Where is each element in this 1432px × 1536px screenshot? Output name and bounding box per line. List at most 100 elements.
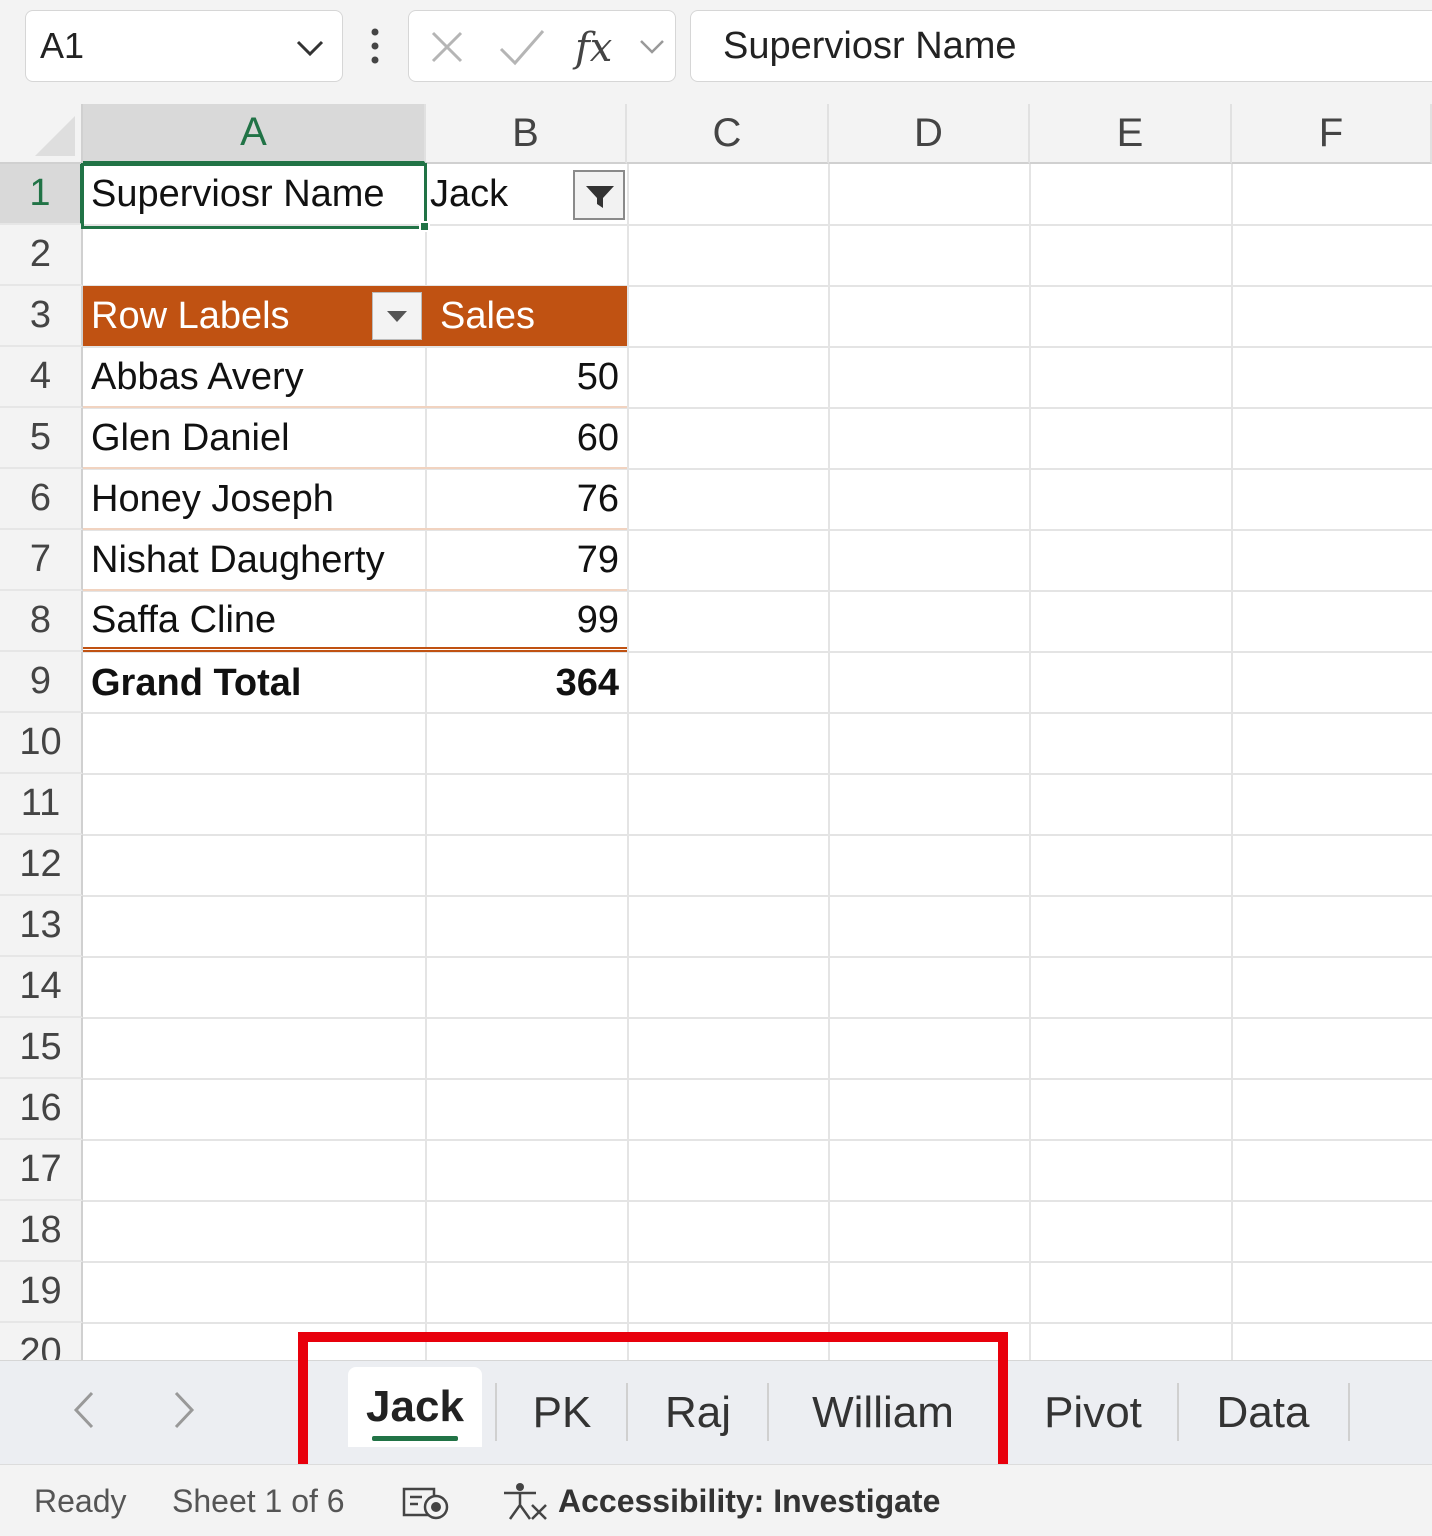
- row-header-7[interactable]: 7: [0, 530, 83, 591]
- dropdown-arrow-icon: [387, 311, 407, 322]
- pivot-row-name[interactable]: Honey Joseph: [83, 469, 426, 530]
- status-bar: Ready Sheet 1 of 6 Accessibility: Invest…: [0, 1464, 1432, 1536]
- column-header-c[interactable]: C: [627, 104, 829, 164]
- tab-label: William: [812, 1388, 954, 1437]
- sheet-tabs-bar: Jack PK Raj William Pivot Data: [0, 1360, 1432, 1464]
- grand-total-value[interactable]: 364: [426, 653, 627, 714]
- tab-pk[interactable]: PK: [500, 1361, 624, 1465]
- gridline: [83, 1078, 1432, 1080]
- worksheet-grid[interactable]: A B C D E F 1 2 3 4 5 6 7 8 9 10 11 12 1…: [0, 104, 1432, 1360]
- gridline: [83, 1017, 1432, 1019]
- active-cell-selection: [81, 163, 427, 229]
- macro-recording-icon[interactable]: [402, 1485, 452, 1521]
- tab-raj[interactable]: Raj: [630, 1361, 766, 1465]
- row-header-5[interactable]: 5: [0, 408, 83, 469]
- pivot-header-row: Row Labels Sales: [83, 286, 627, 346]
- pivot-row-sales[interactable]: 79: [426, 530, 627, 591]
- row-header-13[interactable]: 13: [0, 896, 83, 957]
- report-filter-button[interactable]: [573, 170, 625, 220]
- row-header-9[interactable]: 9: [0, 652, 83, 713]
- tab-separator: [767, 1383, 769, 1441]
- tab-pivot[interactable]: Pivot: [1010, 1361, 1176, 1465]
- row-header-15[interactable]: 15: [0, 1018, 83, 1079]
- cell-b1[interactable]: Jack: [426, 164, 576, 225]
- gridline: [83, 1322, 1432, 1324]
- svg-text:fx: fx: [572, 25, 612, 71]
- pivot-row-sales[interactable]: 99: [426, 590, 627, 651]
- row-header-4[interactable]: 4: [0, 347, 83, 408]
- status-accessibility[interactable]: Accessibility: Investigate: [558, 1483, 940, 1520]
- chevron-down-icon[interactable]: [292, 29, 328, 65]
- tab-label: Pivot: [1044, 1388, 1142, 1437]
- excel-window: A1 fx Superviosr Name A B C D E F 1 2 3 …: [0, 0, 1432, 1536]
- pivot-row-name[interactable]: Nishat Daugherty: [83, 530, 426, 591]
- row-header-18[interactable]: 18: [0, 1201, 83, 1262]
- grand-total-label[interactable]: Grand Total: [83, 653, 426, 714]
- name-box[interactable]: A1: [25, 10, 343, 82]
- fill-handle[interactable]: [419, 221, 430, 232]
- tab-separator: [1348, 1383, 1350, 1441]
- gridline: [1029, 164, 1031, 1360]
- row-header-17[interactable]: 17: [0, 1140, 83, 1201]
- row-header-8[interactable]: 8: [0, 591, 83, 652]
- chevron-down-icon[interactable]: [637, 33, 667, 61]
- select-all-corner[interactable]: [0, 104, 83, 164]
- active-tab-indicator: [372, 1436, 458, 1441]
- row-header-3[interactable]: 3: [0, 286, 83, 347]
- pivot-row-sales[interactable]: 50: [426, 347, 627, 408]
- tab-william[interactable]: William: [770, 1361, 996, 1465]
- tab-label: Raj: [664, 1388, 732, 1437]
- pivot-row-name[interactable]: Saffa Cline: [83, 590, 426, 651]
- tab-separator: [1177, 1383, 1179, 1441]
- row-header-19[interactable]: 19: [0, 1262, 83, 1323]
- grand-total-border: [83, 647, 627, 652]
- more-options-icon[interactable]: [360, 24, 390, 68]
- column-header-a[interactable]: A: [83, 104, 426, 164]
- pivot-header-sales[interactable]: Sales: [432, 286, 627, 347]
- formula-bar: A1 fx Superviosr Name: [0, 0, 1432, 104]
- tab-label: Data: [1216, 1388, 1310, 1437]
- gridline: [83, 956, 1432, 958]
- gridline: [83, 1261, 1432, 1263]
- formula-input[interactable]: Superviosr Name: [690, 10, 1432, 82]
- pivot-row-name[interactable]: Abbas Avery: [83, 347, 426, 408]
- row-header-16[interactable]: 16: [0, 1079, 83, 1140]
- column-header-f[interactable]: F: [1232, 104, 1432, 164]
- chevron-right-icon[interactable]: [164, 1385, 204, 1435]
- row-header-11[interactable]: 11: [0, 774, 83, 835]
- pivot-row-name[interactable]: Glen Daniel: [83, 408, 426, 469]
- row-header-14[interactable]: 14: [0, 957, 83, 1018]
- row-header-6[interactable]: 6: [0, 469, 83, 530]
- tab-data[interactable]: Data: [1180, 1361, 1346, 1465]
- column-header-b[interactable]: B: [426, 104, 627, 164]
- gridline: [83, 773, 1432, 775]
- gridline: [83, 1139, 1432, 1141]
- row-header-10[interactable]: 10: [0, 713, 83, 774]
- row-header-1[interactable]: 1: [0, 164, 83, 225]
- insert-function-icon[interactable]: fx: [571, 19, 631, 75]
- status-sheet-position: Sheet 1 of 6: [172, 1483, 345, 1519]
- filter-icon: [586, 186, 614, 208]
- gridline: [83, 895, 1432, 897]
- cancel-icon[interactable]: [429, 29, 465, 65]
- gridline: [83, 834, 1432, 836]
- row-header-20[interactable]: 20: [0, 1323, 83, 1360]
- accessibility-icon[interactable]: [500, 1481, 550, 1523]
- pivot-header-row-labels[interactable]: Row Labels: [83, 286, 372, 347]
- row-labels-dropdown-button[interactable]: [372, 292, 422, 340]
- enter-check-icon[interactable]: [497, 27, 547, 67]
- status-ready: Ready: [34, 1483, 127, 1519]
- name-box-value: A1: [40, 25, 85, 66]
- row-header-12[interactable]: 12: [0, 835, 83, 896]
- column-header-e[interactable]: E: [1030, 104, 1232, 164]
- gridline: [1231, 164, 1233, 1360]
- pivot-row-sales[interactable]: 60: [426, 408, 627, 469]
- pivot-row-sales[interactable]: 76: [426, 469, 627, 530]
- column-header-d[interactable]: D: [829, 104, 1030, 164]
- formula-input-value: Superviosr Name: [723, 24, 1017, 67]
- tab-label: Jack: [366, 1382, 464, 1431]
- tab-jack[interactable]: Jack: [348, 1367, 482, 1447]
- tab-label: PK: [532, 1388, 592, 1437]
- row-header-2[interactable]: 2: [0, 225, 83, 286]
- chevron-left-icon[interactable]: [64, 1385, 104, 1435]
